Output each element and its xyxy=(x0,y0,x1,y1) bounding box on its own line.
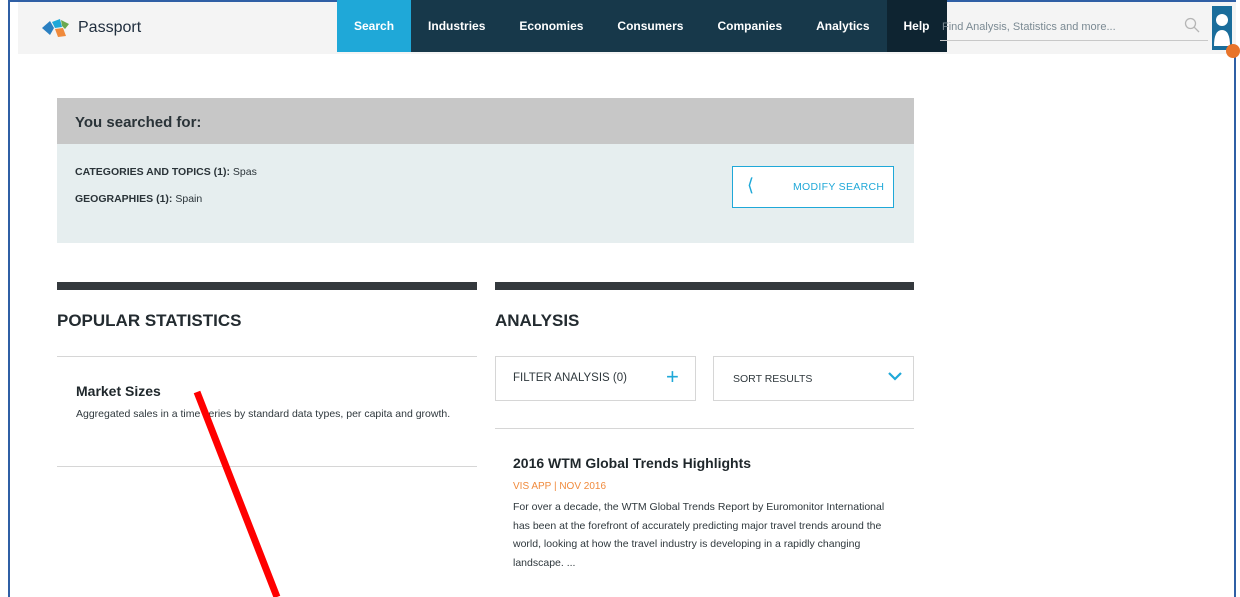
nav-companies[interactable]: Companies xyxy=(700,0,800,52)
sort-results-dropdown[interactable]: SORT RESULTS xyxy=(713,356,914,401)
categories-row: CATEGORIES AND TOPICS (1): Spas xyxy=(75,166,257,178)
divider xyxy=(57,356,477,357)
user-avatar-icon[interactable] xyxy=(1212,6,1232,50)
notification-badge[interactable] xyxy=(1226,44,1240,58)
analysis-title: ANALYSIS xyxy=(495,311,580,330)
geographies-value: Spain xyxy=(175,193,203,205)
article-snippet: For over a decade, the WTM Global Trends… xyxy=(513,501,885,569)
categories-label: CATEGORIES AND TOPICS (1): xyxy=(75,166,230,178)
plus-icon: + xyxy=(666,364,679,389)
nav-economies[interactable]: Economies xyxy=(502,0,601,52)
global-search xyxy=(940,14,1208,41)
popular-section-bar xyxy=(57,282,477,290)
app-name: Passport xyxy=(78,19,142,36)
nav-industries[interactable]: Industries xyxy=(411,0,503,52)
filter-analysis-label: FILTER ANALYSIS (0) xyxy=(513,372,627,384)
chevron-left-icon: ⟨ xyxy=(747,175,755,195)
search-summary: You searched for: CATEGORIES AND TOPICS … xyxy=(57,98,914,243)
nav-search[interactable]: Search xyxy=(337,0,412,52)
modify-search-button[interactable]: ⟨ MODIFY SEARCH xyxy=(732,166,894,208)
chevron-down-icon xyxy=(888,372,902,381)
nav-help[interactable]: Help xyxy=(886,0,947,52)
nav-consumers[interactable]: Consumers xyxy=(600,0,701,52)
article-meta: VIS APP | NOV 2016 xyxy=(513,481,607,492)
summary-heading: You searched for: xyxy=(57,98,914,144)
nav-analytics[interactable]: Analytics xyxy=(799,0,887,52)
market-sizes-description: Aggregated sales in a time series by sta… xyxy=(76,408,451,420)
divider xyxy=(495,428,914,429)
passport-logo-icon xyxy=(42,19,69,37)
market-sizes-link[interactable]: Market Sizes xyxy=(76,383,161,399)
divider xyxy=(57,466,477,467)
modify-search-label: MODIFY SEARCH xyxy=(793,181,885,193)
passport-logo[interactable]: Passport xyxy=(40,18,141,38)
geographies-label: GEOGRAPHIES (1): xyxy=(75,193,173,205)
global-search-input[interactable] xyxy=(940,14,1180,40)
categories-value: Spas xyxy=(232,166,257,178)
filter-analysis-button[interactable]: FILTER ANALYSIS (0) + xyxy=(495,356,696,401)
search-icon[interactable] xyxy=(1184,17,1200,33)
sort-results-label: SORT RESULTS xyxy=(733,373,813,385)
analysis-section-bar xyxy=(495,282,914,290)
popular-statistics-title: POPULAR STATISTICS xyxy=(57,311,242,330)
article-title-link[interactable]: 2016 WTM Global Trends Highlights xyxy=(513,455,751,471)
geographies-row: GEOGRAPHIES (1): Spain xyxy=(75,193,202,205)
main-nav: Search Industries Economies Consumers Co… xyxy=(337,0,947,52)
